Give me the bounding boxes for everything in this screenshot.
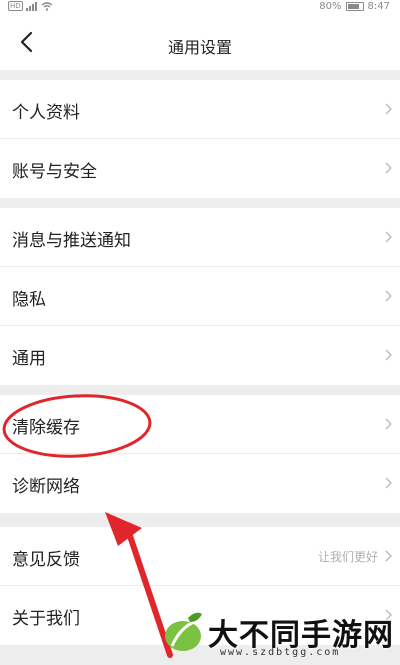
settings-group-maintenance: 清除缓存 诊断网络 [0, 395, 400, 513]
settings-item-about[interactable]: 关于我们 [0, 586, 400, 645]
chevron-right-icon [385, 162, 392, 174]
signal-icon [25, 1, 37, 11]
status-left: HD [8, 1, 53, 11]
chevron-right-icon [385, 609, 392, 621]
status-right: 80% 8:47 [319, 1, 390, 12]
chevron-right-icon [385, 550, 392, 562]
nav-bar: 通用设置 [0, 14, 400, 70]
chevron-right-icon [385, 418, 392, 430]
settings-item-label: 清除缓存 [12, 418, 80, 438]
settings-item-account-security[interactable]: 账号与安全 [0, 139, 400, 198]
settings-item-privacy[interactable]: 隐私 [0, 267, 400, 326]
settings-item-label: 账号与安全 [12, 162, 97, 182]
settings-item-label: 隐私 [12, 290, 46, 310]
settings-group-account: 个人资料 账号与安全 [0, 80, 400, 198]
settings-group-general: 消息与推送通知 隐私 通用 [0, 208, 400, 385]
settings-group-about: 意见反馈 让我们更好 关于我们 [0, 527, 400, 645]
settings-item-notifications[interactable]: 消息与推送通知 [0, 208, 400, 267]
settings-item-network-diagnosis[interactable]: 诊断网络 [0, 454, 400, 513]
watermark-url: www.szdbtgg.com [220, 647, 341, 658]
page-title: 通用设置 [167, 38, 232, 57]
chevron-right-icon [385, 231, 392, 243]
settings-item-profile[interactable]: 个人资料 [0, 80, 400, 139]
wifi-icon [41, 1, 53, 11]
settings-item-feedback[interactable]: 意见反馈 让我们更好 [0, 527, 400, 586]
settings-item-hint: 让我们更好 [317, 550, 378, 564]
battery-percent: 80% [319, 1, 342, 12]
settings-item-clear-cache[interactable]: 清除缓存 [0, 395, 400, 454]
settings-item-label: 意见反馈 [12, 550, 80, 570]
settings-item-label: 个人资料 [12, 103, 80, 123]
hd-indicator: HD [8, 1, 23, 11]
chevron-right-icon [385, 477, 392, 489]
settings-item-general[interactable]: 通用 [0, 326, 400, 385]
battery-icon [345, 2, 364, 11]
settings-item-label: 通用 [12, 349, 46, 369]
chevron-right-icon [385, 103, 392, 115]
settings-item-label: 消息与推送通知 [12, 231, 131, 251]
settings-item-label: 诊断网络 [12, 477, 80, 497]
clock: 8:47 [367, 1, 390, 12]
chevron-right-icon [385, 349, 392, 361]
chevron-right-icon [385, 290, 392, 302]
settings-item-label: 关于我们 [12, 609, 80, 629]
status-bar: HD 80% 8:47 [0, 0, 400, 14]
